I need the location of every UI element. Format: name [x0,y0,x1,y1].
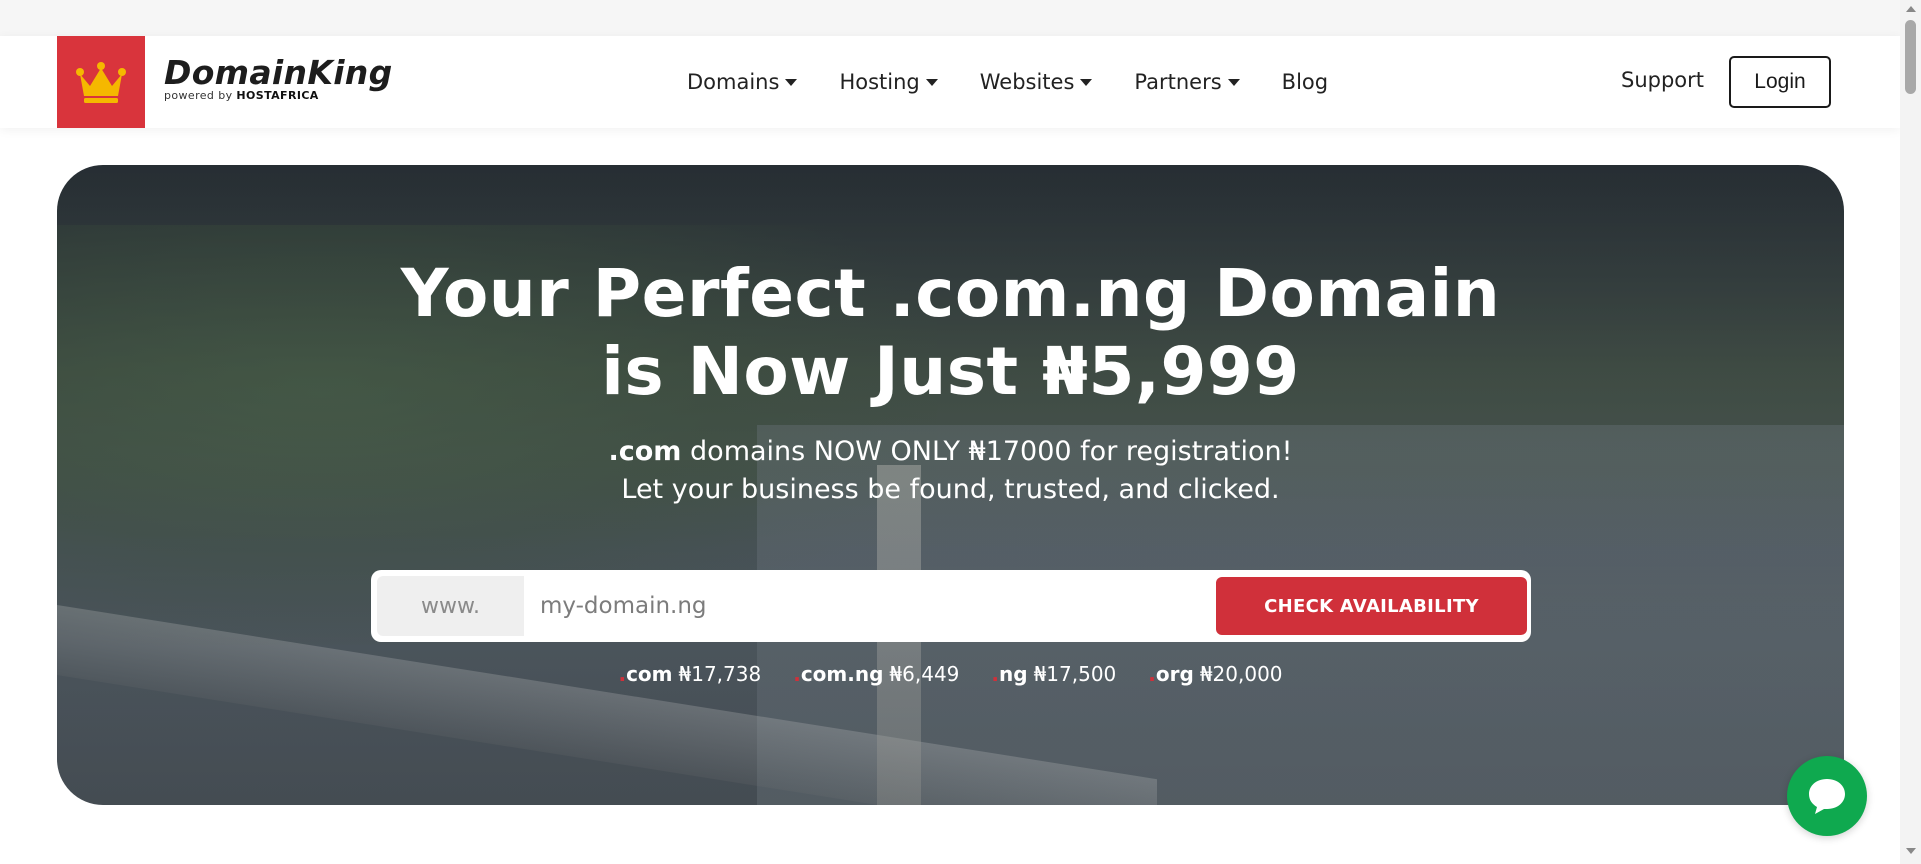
caret-down-icon [1080,78,1093,86]
live-chat-button[interactable] [1787,756,1867,836]
domain-search-input[interactable] [526,576,1206,636]
caret-down-icon [785,78,798,86]
www-prefix: www. [377,576,524,636]
tld-extension: com [626,662,673,686]
brand-name: DomainKing [164,53,393,92]
tld-extension: com.ng [800,662,884,686]
tld-dot: . [1148,662,1156,686]
scroll-thumb[interactable] [1905,20,1916,94]
tld-dot: . [991,662,1000,686]
chat-bubble-icon [1809,779,1845,814]
login-button[interactable]: Login [1729,56,1831,108]
hero-banner: Your Perfect .com.ng Domain is Now Just … [57,165,1844,805]
tld-dot: . [618,662,627,686]
powered-by-label: powered by [164,89,233,102]
hero-subtitle: .com domains NOW ONLY ₦17000 for registr… [57,433,1844,509]
tld-dot: . [793,662,801,686]
caret-down-icon [1227,78,1240,86]
tld-price: ₦20,000 [1199,662,1283,686]
check-availability-button[interactable]: CHECK AVAILABILITY [1216,577,1527,635]
hero-title: Your Perfect .com.ng Domain is Now Just … [57,255,1844,411]
tld-extension: ng [999,662,1028,686]
support-link[interactable]: Support [1621,68,1704,92]
tld-extension: org [1155,662,1194,686]
browser-top-strip [0,0,1900,36]
nav-label: Hosting [839,70,920,94]
hero-sub-line2: Let your business be found, trusted, and… [621,474,1280,505]
tld-price: ₦6,449 [889,662,960,686]
caret-down-icon [925,78,938,86]
hero-title-line1: Your Perfect .com.ng Domain [400,255,1501,332]
domain-search-bar: www. CHECK AVAILABILITY [371,570,1531,642]
site-header: DomainKing powered by HOSTAFRICA Domains… [0,36,1900,128]
nav-label: Partners [1134,70,1222,94]
tld-price-item[interactable]: . org ₦20,000 [1148,662,1282,686]
nav-label: Blog [1281,70,1329,94]
tld-price-item[interactable]: . com.ng ₦6,449 [793,662,959,686]
tld-price-item[interactable]: . ng ₦17,500 [991,662,1116,686]
tld-price: ₦17,500 [1033,662,1117,686]
main-nav: Domains Hosting Websites Partners Blog [687,36,1370,128]
hero-sub-line1: domains NOW ONLY ₦17000 for registration… [681,436,1293,467]
nav-item-partners[interactable]: Partners [1134,70,1240,94]
nav-item-hosting[interactable]: Hosting [839,70,938,94]
hero-sub-bold: .com [608,436,682,467]
tld-price-item[interactable]: . com ₦17,738 [618,662,761,686]
nav-item-domains[interactable]: Domains [687,70,798,94]
nav-item-websites[interactable]: Websites [980,70,1093,94]
nav-label: Domains [687,70,780,94]
hero-title-line2: is Now Just ₦5,999 [601,333,1300,410]
page-scrollbar[interactable] [1900,0,1921,864]
tld-price: ₦17,738 [678,662,762,686]
nav-item-blog[interactable]: Blog [1282,70,1328,94]
logo-wordmark[interactable]: DomainKing powered by HOSTAFRICA [164,56,393,102]
tld-price-list: . com ₦17,738 . com.ng ₦6,449 . ng ₦17,5… [57,662,1844,686]
nav-label: Websites [979,70,1075,94]
crown-icon [76,62,126,103]
powered-by-company: HOSTAFRICA [236,89,319,102]
logo-badge[interactable] [57,36,145,128]
scroll-up-arrow-icon[interactable] [1906,6,1916,12]
scroll-down-arrow-icon[interactable] [1906,848,1916,854]
